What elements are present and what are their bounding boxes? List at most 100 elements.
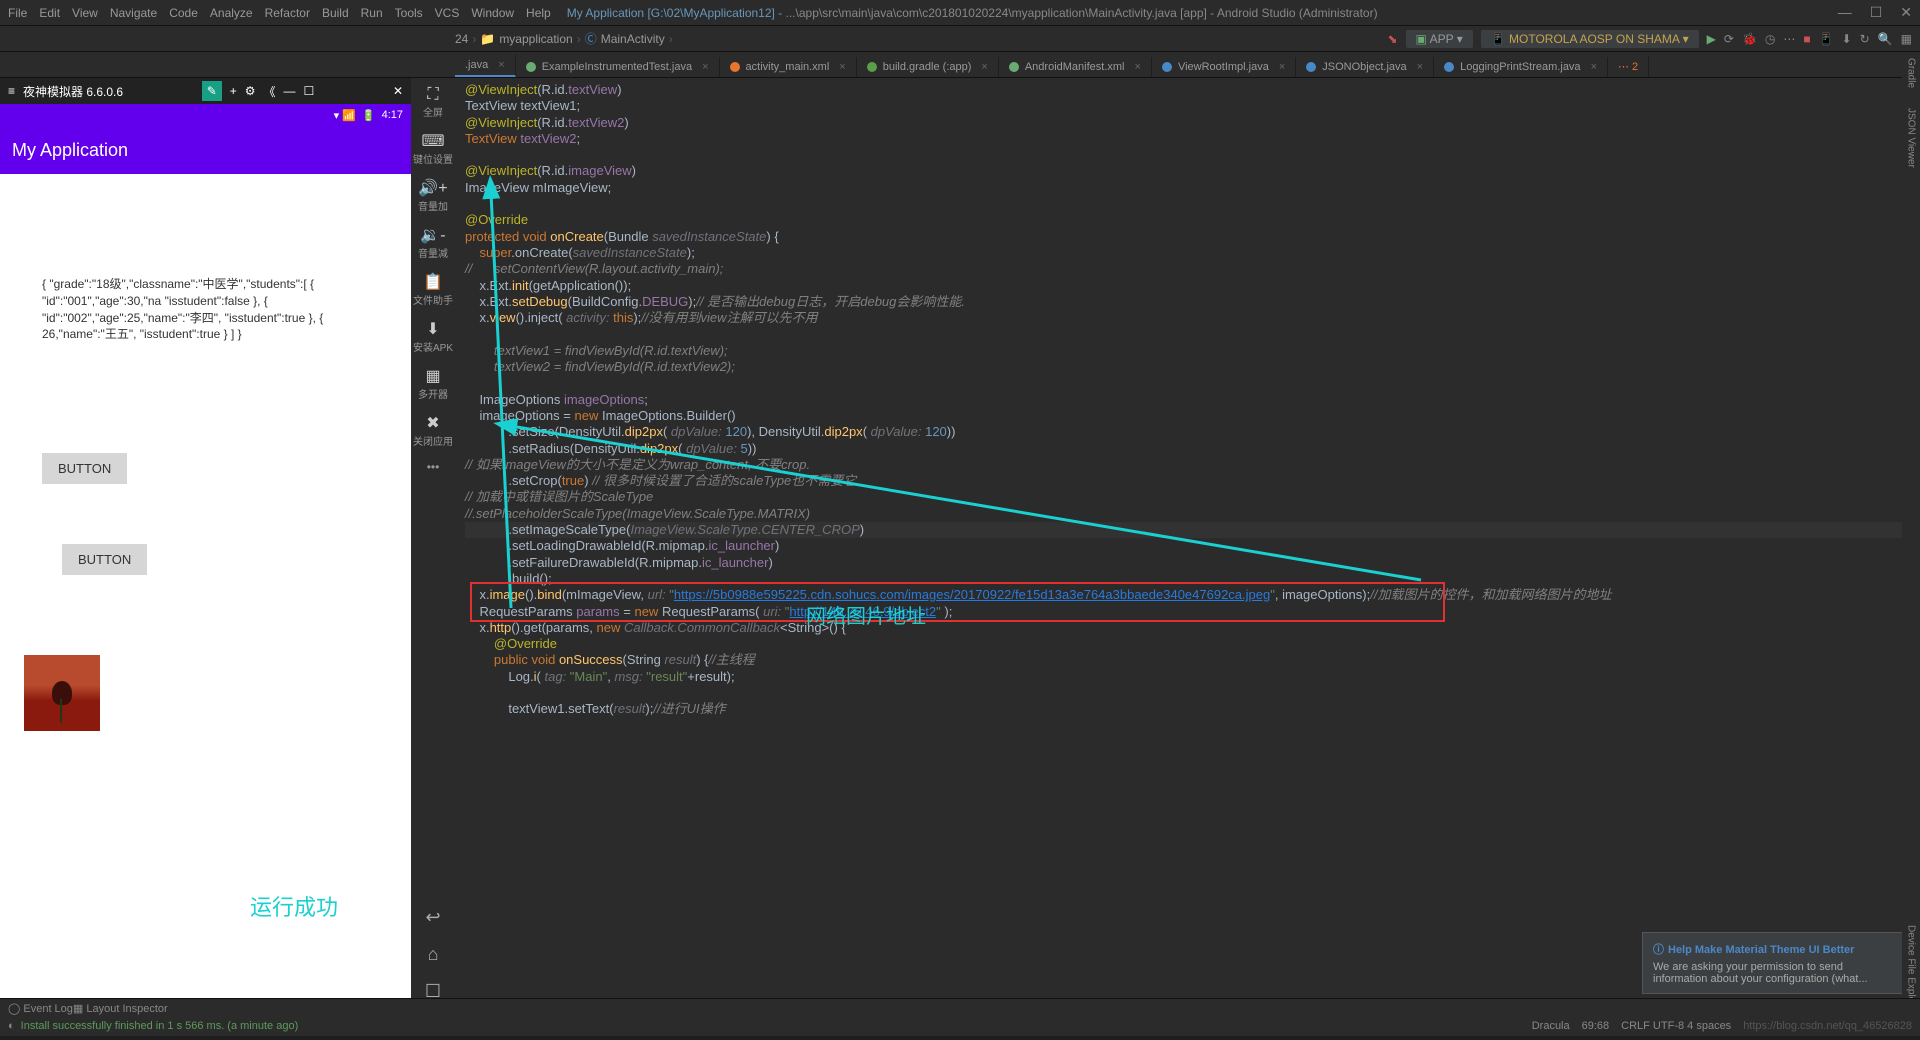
maximize-icon[interactable]: ☐ bbox=[304, 84, 315, 98]
tool-multi[interactable]: ▦多开器 bbox=[411, 362, 455, 405]
tool-keymap[interactable]: ⌨键位设置 bbox=[411, 127, 455, 170]
close-icon[interactable]: × bbox=[839, 61, 845, 73]
android-statusbar: ▾ 📶 🔋 4:17 bbox=[0, 104, 411, 126]
keyboard-icon: ⌨ bbox=[421, 131, 444, 151]
back-icon[interactable]: ↩ bbox=[425, 907, 440, 928]
success-label: 运行成功 bbox=[250, 890, 338, 922]
sync-icon[interactable]: ↻ bbox=[1860, 32, 1870, 46]
minimize-icon[interactable]: — bbox=[284, 84, 296, 98]
settings-icon[interactable]: ▦ bbox=[1901, 32, 1912, 46]
title-bar: File Edit View Navigate Code Analyze Ref… bbox=[0, 0, 1920, 26]
rail-gradle[interactable]: Gradle bbox=[1906, 58, 1917, 88]
gear-icon[interactable]: ⚙ bbox=[245, 84, 256, 98]
tool-volup[interactable]: 🔊+音量加 bbox=[411, 174, 455, 217]
close-icon[interactable]: × bbox=[1417, 61, 1423, 73]
more-icon[interactable]: ••• bbox=[427, 460, 440, 474]
editor-tabs: .java× ExampleInstrumentedTest.java× act… bbox=[0, 52, 1920, 78]
stop-icon[interactable]: ■ bbox=[1803, 32, 1810, 46]
menu-help[interactable]: Help bbox=[526, 6, 551, 20]
tab-jsonobject[interactable]: JSONObject.java× bbox=[1296, 57, 1434, 77]
tab-manifest[interactable]: AndroidManifest.xml× bbox=[999, 57, 1152, 77]
app-bar: My Application bbox=[0, 126, 411, 174]
tab-viewroot[interactable]: ViewRootImpl.java× bbox=[1152, 57, 1296, 77]
menu-vcs[interactable]: VCS bbox=[435, 6, 460, 20]
home-icon[interactable]: ⌂ bbox=[428, 944, 439, 965]
button-2[interactable]: BUTTON bbox=[62, 544, 147, 575]
download-icon: ⬇ bbox=[426, 319, 439, 339]
close-icon[interactable]: × bbox=[1591, 61, 1597, 73]
tool-fullscreen[interactable]: ⛶全屏 bbox=[411, 82, 455, 123]
theme-label: Dracula bbox=[1532, 1020, 1570, 1032]
tab-exampletest[interactable]: ExampleInstrumentedTest.java× bbox=[516, 57, 720, 77]
breadcrumb-item[interactable]: myapplication bbox=[499, 32, 572, 46]
toolbar: 24› 📁myapplication› ⒸMainActivity› ⬊ ▣ A… bbox=[0, 26, 1920, 52]
close-icon[interactable]: × bbox=[498, 59, 504, 71]
menu-view[interactable]: View bbox=[72, 6, 98, 20]
close-icon[interactable]: × bbox=[702, 61, 708, 73]
menu-file[interactable]: File bbox=[8, 6, 27, 20]
app-content: { "grade":"18级","classname":"中医学","stude… bbox=[0, 174, 411, 743]
rail-json[interactable]: JSON Viewer bbox=[1906, 108, 1917, 168]
menu-analyze[interactable]: Analyze bbox=[210, 6, 253, 20]
chevron-icon[interactable]: 《 bbox=[264, 83, 276, 100]
status-indicator-icon: ◐ bbox=[8, 1020, 15, 1032]
avd-icon[interactable]: 📱 bbox=[1819, 32, 1834, 46]
tab-build-gradle[interactable]: build.gradle (:app)× bbox=[857, 57, 999, 77]
run-config-select[interactable]: ▣ APP ▾ bbox=[1406, 30, 1473, 48]
minimize-icon[interactable]: — bbox=[1838, 4, 1852, 21]
debug-icon[interactable]: 🐞 bbox=[1742, 32, 1757, 46]
notif-title: Help Make Material Theme UI Better bbox=[1668, 944, 1854, 956]
tool-apk[interactable]: ⬇安装APK bbox=[411, 315, 455, 358]
emulator-tab-icon[interactable]: ✎ bbox=[202, 81, 222, 101]
menu-code[interactable]: Code bbox=[169, 6, 198, 20]
tool-voldown[interactable]: 🔉-音量减 bbox=[411, 221, 455, 264]
tabs-overflow[interactable]: ⋯ 2 bbox=[1608, 56, 1649, 77]
tool-window-bar: ◯ Event Log ▦ Layout Inspector bbox=[0, 998, 1920, 1018]
clock: 4:17 bbox=[382, 109, 403, 121]
menu-window[interactable]: Window bbox=[471, 6, 514, 20]
close-icon[interactable]: × bbox=[981, 61, 987, 73]
add-icon[interactable]: + bbox=[230, 84, 237, 98]
main-menu: File Edit View Navigate Code Analyze Ref… bbox=[8, 6, 551, 20]
layout-inspector-btn[interactable]: ▦ Layout Inspector bbox=[73, 1002, 168, 1015]
sdk-icon[interactable]: ⬇ bbox=[1842, 32, 1852, 46]
notification-popup[interactable]: ⓘ Help Make Material Theme UI Better We a… bbox=[1642, 932, 1910, 994]
attach-icon[interactable]: ⋯ bbox=[1783, 32, 1795, 46]
apply-changes-icon[interactable]: ⟳ bbox=[1724, 32, 1734, 46]
maximize-icon[interactable]: ☐ bbox=[1870, 4, 1883, 21]
close-icon[interactable]: × bbox=[1135, 61, 1141, 73]
run-icon[interactable]: ▶ bbox=[1707, 32, 1716, 46]
search-icon[interactable]: 🔍 bbox=[1878, 32, 1893, 46]
menu-edit[interactable]: Edit bbox=[39, 6, 60, 20]
emulator-window: ≡ 夜神模拟器 6.6.0.6 ✎ + ⚙ 《 — ☐ ✕ ▾ 📶 🔋 4:17… bbox=[0, 78, 411, 1014]
status-message: Install successfully finished in 1 s 566… bbox=[21, 1020, 299, 1032]
build-icon[interactable]: ⬊ bbox=[1387, 32, 1397, 46]
profiler-icon[interactable]: ◷ bbox=[1765, 32, 1775, 46]
menu-tools[interactable]: Tools bbox=[395, 6, 423, 20]
notif-body: We are asking your permission to send in… bbox=[1653, 961, 1899, 985]
breadcrumb-item[interactable]: 24 bbox=[455, 32, 468, 46]
app-title: My Application bbox=[12, 140, 128, 161]
button-1[interactable]: BUTTON bbox=[42, 453, 127, 484]
menu-run[interactable]: Run bbox=[361, 6, 383, 20]
menu-refactor[interactable]: Refactor bbox=[265, 6, 310, 20]
menu-navigate[interactable]: Navigate bbox=[110, 6, 157, 20]
tool-file[interactable]: 📋文件助手 bbox=[411, 268, 455, 311]
device-select[interactable]: 📱 MOTOROLA AOSP ON SHAMA ▾ bbox=[1481, 30, 1699, 48]
breadcrumb-item[interactable]: MainActivity bbox=[601, 32, 665, 46]
emulator-logo-icon: ≡ bbox=[8, 84, 15, 98]
info-icon: ⓘ bbox=[1653, 944, 1664, 956]
code-editor[interactable]: @ViewInject(R.id.textView) TextView text… bbox=[455, 78, 1920, 1014]
cursor-pos: 69:68 bbox=[1582, 1020, 1610, 1032]
tab-java[interactable]: .java× bbox=[455, 55, 516, 77]
close-icon[interactable]: ✕ bbox=[1900, 4, 1912, 21]
tab-activity-main[interactable]: activity_main.xml× bbox=[720, 57, 857, 77]
net-url-label: 网络图片地址 bbox=[806, 600, 926, 629]
title-path: My Application [G:\02\MyApplication12] -… bbox=[567, 6, 1838, 20]
tab-logging[interactable]: LoggingPrintStream.java× bbox=[1434, 57, 1608, 77]
close-icon[interactable]: ✕ bbox=[393, 84, 403, 98]
close-icon[interactable]: × bbox=[1279, 61, 1285, 73]
menu-build[interactable]: Build bbox=[322, 6, 349, 20]
event-log-btn[interactable]: ◯ Event Log bbox=[8, 1002, 73, 1015]
tool-closeapp[interactable]: ✖关闭应用 bbox=[411, 409, 455, 452]
